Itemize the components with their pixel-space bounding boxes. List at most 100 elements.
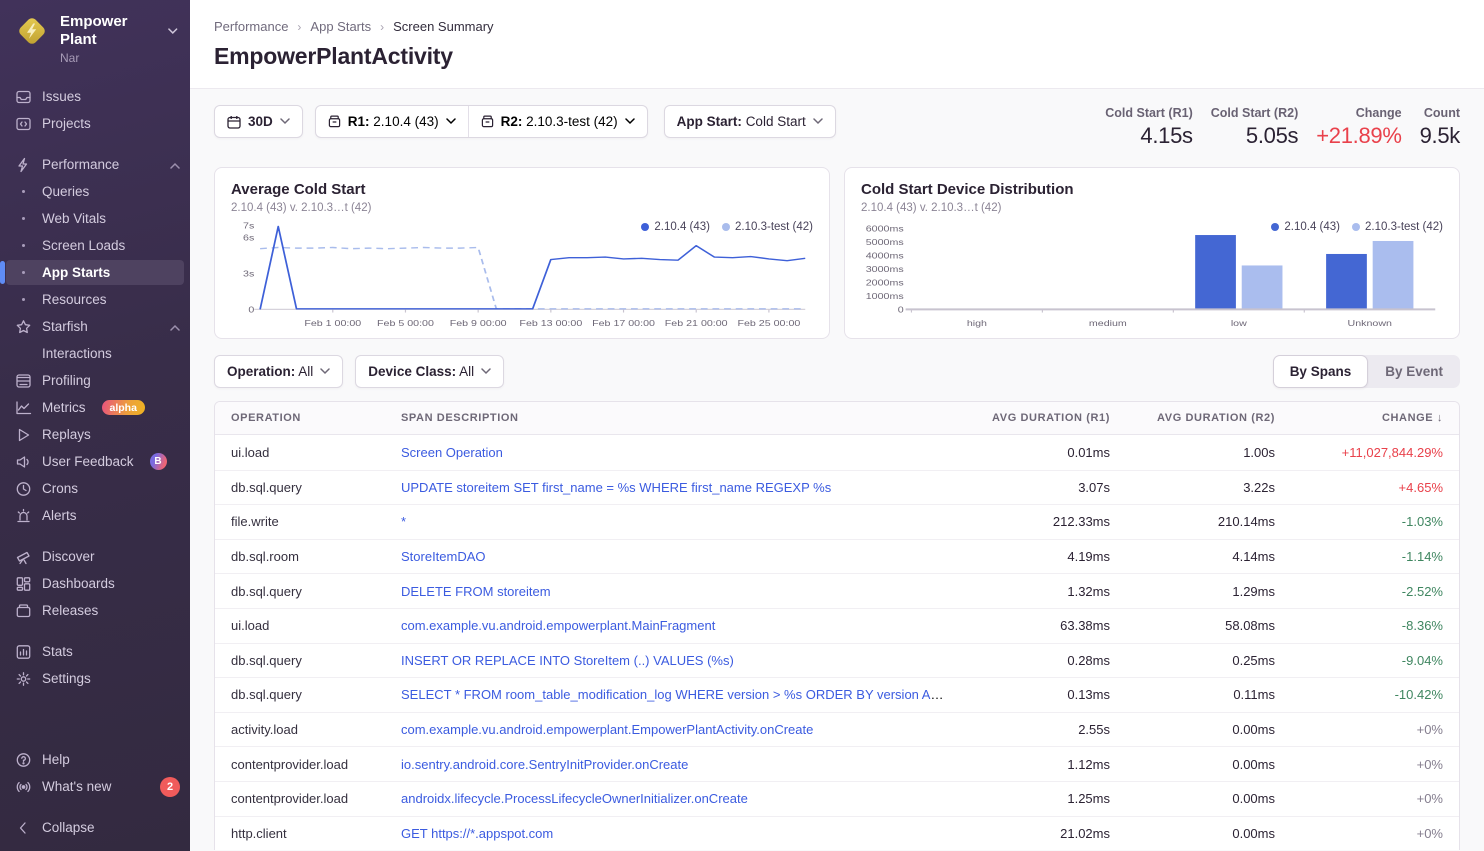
sidebar-item-collapse[interactable]: Collapse xyxy=(0,814,190,841)
operation-filter[interactable]: Operation: All xyxy=(214,355,343,388)
avg-duration-r2-cell: 0.00ms xyxy=(1126,722,1291,737)
avg-duration-r2-cell: 210.14ms xyxy=(1126,514,1291,529)
kpi-label: Change xyxy=(1316,106,1401,120)
sidebar-item-dashboards[interactable]: Dashboards xyxy=(0,570,190,597)
change-cell: -9.04% xyxy=(1291,653,1459,668)
table-row: ui.load Screen Operation 0.01ms 1.00s +1… xyxy=(215,435,1459,470)
sidebar-item-replays[interactable]: Replays xyxy=(0,421,190,448)
metrics-icon xyxy=(14,400,32,416)
legend-item[interactable]: 2.10.3-test (42) xyxy=(722,221,813,233)
release-r2-filter[interactable]: R2: 2.10.3-test (42) xyxy=(469,106,647,137)
span-description-link[interactable]: io.sentry.android.core.SentryInitProvide… xyxy=(401,757,688,772)
column-header-avg-duration-r2-[interactable]: AVG DURATION (R2) xyxy=(1126,412,1291,424)
operation-cell: ui.load xyxy=(215,618,385,633)
lightning-icon xyxy=(14,157,32,173)
span-description-link[interactable]: com.example.vu.android.empowerplant.Empo… xyxy=(401,722,813,737)
sidebar-item-profiling[interactable]: Profiling xyxy=(0,367,190,394)
sidebar-item-performance[interactable]: Performance xyxy=(0,151,190,178)
sidebar-item-projects[interactable]: Projects xyxy=(0,110,190,137)
sidebar-item-label: Replays xyxy=(42,427,91,442)
chevron-down-icon xyxy=(168,28,178,35)
sidebar-item-help[interactable]: Help xyxy=(0,746,190,773)
org-switcher[interactable]: Empower Plant Nar xyxy=(0,0,190,75)
calendar-icon xyxy=(227,115,241,129)
sidebar-item-alerts[interactable]: Alerts xyxy=(0,502,190,529)
sidebar-item-crons[interactable]: Crons xyxy=(0,475,190,502)
operation-cell: db.sql.room xyxy=(215,549,385,564)
sidebar-item-what-s-new[interactable]: What's new 2 xyxy=(0,773,190,800)
sidebar-item-user-feedback[interactable]: User Feedback B xyxy=(0,448,190,475)
sidebar-item-queries[interactable]: Queries xyxy=(0,178,190,205)
avg-duration-r2-cell: 0.11ms xyxy=(1126,687,1291,702)
megaphone-icon xyxy=(14,454,32,470)
release-r1-filter[interactable]: R1: 2.10.4 (43) xyxy=(316,106,468,137)
svg-text:3s: 3s xyxy=(243,269,254,279)
sidebar-item-releases[interactable]: Releases xyxy=(0,597,190,624)
legend-item[interactable]: 2.10.4 (43) xyxy=(641,221,710,233)
column-header-avg-duration-r1-[interactable]: AVG DURATION (R1) xyxy=(961,412,1126,424)
span-description-cell: DELETE FROM storeitem xyxy=(385,584,961,599)
toggle-by-spans[interactable]: By Spans xyxy=(1273,355,1369,388)
view-mode-toggle: By SpansBy Event xyxy=(1273,355,1460,388)
span-description-link[interactable]: * xyxy=(401,514,406,529)
table-body: ui.load Screen Operation 0.01ms 1.00s +1… xyxy=(215,435,1459,850)
span-description-cell: SELECT * FROM room_table_modification_lo… xyxy=(385,687,961,702)
operation-cell: db.sql.query xyxy=(215,653,385,668)
legend-item[interactable]: 2.10.4 (43) xyxy=(1271,221,1340,233)
sidebar-item-label: Starfish xyxy=(42,319,88,334)
span-description-link[interactable]: SELECT * FROM room_table_modification_lo… xyxy=(401,687,949,702)
device-class-label: Device Class: xyxy=(368,364,456,379)
legend-dot xyxy=(641,223,649,231)
org-name: Empower Plant xyxy=(60,13,163,49)
span-description-link[interactable]: INSERT OR REPLACE INTO StoreItem (..) VA… xyxy=(401,653,734,668)
sidebar-item-issues[interactable]: Issues xyxy=(0,83,190,110)
sidebar-item-settings[interactable]: Settings xyxy=(0,665,190,692)
span-description-link[interactable]: androidx.lifecycle.ProcessLifecycleOwner… xyxy=(401,791,748,806)
kpi-label: Cold Start (R2) xyxy=(1211,106,1299,120)
sidebar-item-metrics[interactable]: Metrics alpha xyxy=(0,394,190,421)
sidebar-item-stats[interactable]: Stats xyxy=(0,638,190,665)
replays-icon xyxy=(14,427,32,443)
breadcrumb-item[interactable]: Performance xyxy=(214,19,288,34)
breadcrumb-item[interactable]: App Starts xyxy=(310,19,371,34)
table-row: db.sql.query INSERT OR REPLACE INTO Stor… xyxy=(215,643,1459,678)
toggle-by-event[interactable]: By Event xyxy=(1368,355,1460,388)
sidebar-item-web-vitals[interactable]: Web Vitals xyxy=(0,205,190,232)
span-description-cell: Screen Operation xyxy=(385,445,961,460)
span-description-link[interactable]: UPDATE storeitem SET first_name = %s WHE… xyxy=(401,480,831,495)
sidebar-item-discover[interactable]: Discover xyxy=(0,543,190,570)
legend-item[interactable]: 2.10.3-test (42) xyxy=(1352,221,1443,233)
svg-text:Feb 17 00:00: Feb 17 00:00 xyxy=(592,319,655,329)
span-description-link[interactable]: DELETE FROM storeitem xyxy=(401,584,551,599)
r1-value: 2.10.4 (43) xyxy=(373,114,438,129)
avg-duration-r1-cell: 21.02ms xyxy=(961,826,1126,841)
operation-value: All xyxy=(298,364,313,379)
date-range-filter[interactable]: 30D xyxy=(214,105,303,138)
sidebar-item-label: Screen Loads xyxy=(42,238,125,253)
sidebar-item-label: Resources xyxy=(42,292,107,307)
sidebar-item-icon xyxy=(14,346,32,362)
column-header-span-description[interactable]: SPAN DESCRIPTION xyxy=(385,412,961,424)
sidebar-item-interactions[interactable]: Interactions xyxy=(0,340,190,367)
avg-duration-r1-cell: 1.32ms xyxy=(961,584,1126,599)
svg-text:6s: 6s xyxy=(243,233,254,243)
device-class-value: All xyxy=(459,364,474,379)
column-header-change[interactable]: CHANGE ↓ xyxy=(1291,412,1459,424)
sidebar-item-starfish[interactable]: Starfish xyxy=(0,313,190,340)
span-description-link[interactable]: Screen Operation xyxy=(401,445,503,460)
sidebar-item-app-starts[interactable]: App Starts xyxy=(0,259,190,286)
sidebar-item-resources[interactable]: Resources xyxy=(0,286,190,313)
star-icon xyxy=(14,319,32,335)
sidebar-item-screen-loads[interactable]: Screen Loads xyxy=(0,232,190,259)
span-description-link[interactable]: StoreItemDAO xyxy=(401,549,486,564)
span-description-link[interactable]: com.example.vu.android.empowerplant.Main… xyxy=(401,618,715,633)
column-header-operation[interactable]: OPERATION xyxy=(215,412,385,424)
kpi-value: 4.15s xyxy=(1105,123,1193,149)
app-start-filter[interactable]: App Start: Cold Start xyxy=(664,105,836,138)
dashboards-icon xyxy=(14,576,32,592)
device-class-filter[interactable]: Device Class: All xyxy=(355,355,504,388)
r2-value: 2.10.3-test (42) xyxy=(526,114,618,129)
span-description-link[interactable]: GET https://*.appspot.com xyxy=(401,826,553,841)
table-row: db.sql.room StoreItemDAO 4.19ms 4.14ms -… xyxy=(215,539,1459,574)
legend-label: 2.10.4 (43) xyxy=(654,221,710,233)
